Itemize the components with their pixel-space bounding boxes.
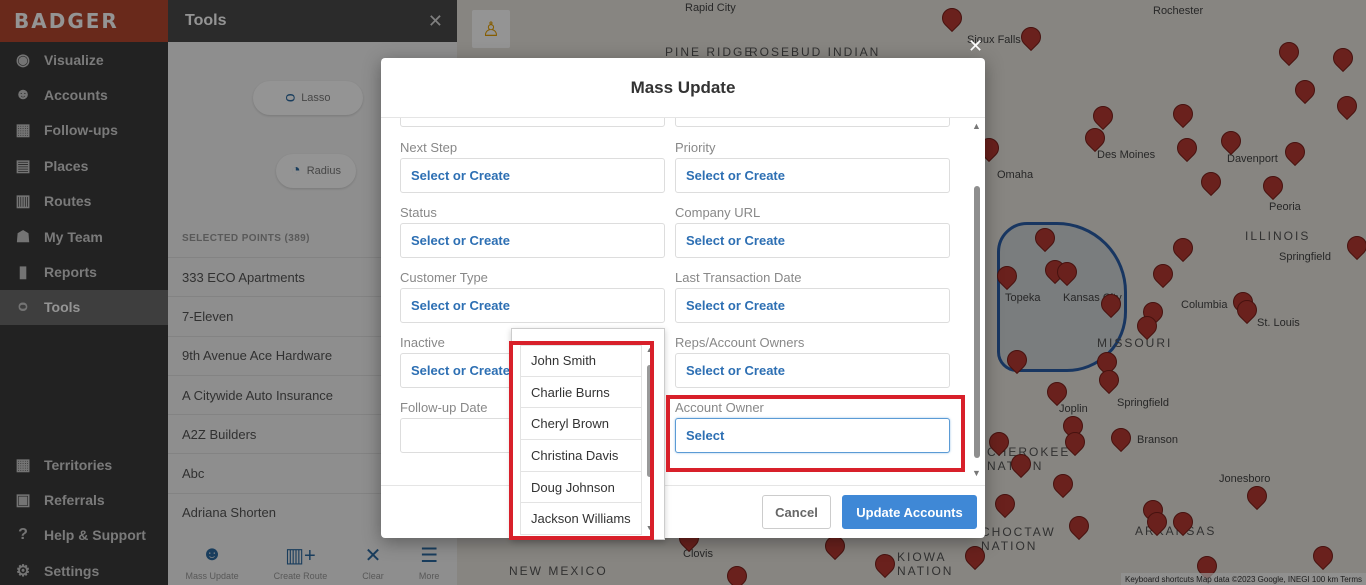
owner-options-list: John Smith Charlie Burns Cheryl Brown Ch… — [520, 345, 642, 536]
scroll-up-arrow-icon[interactable]: ▲ — [646, 347, 653, 354]
next-step-label: Next Step — [400, 140, 458, 155]
last-transaction-date-label: Last Transaction Date — [675, 270, 802, 285]
modal-body: Next Step Select or Create Priority Sele… — [381, 118, 985, 485]
dropdown-option[interactable]: Cheryl Brown — [520, 408, 642, 441]
dropdown-option[interactable]: Charlie Burns — [520, 376, 642, 409]
status-select[interactable]: Select or Create — [400, 223, 665, 258]
reps-account-owners-select[interactable]: Select or Create — [675, 353, 950, 388]
next-step-select[interactable]: Select or Create — [400, 158, 665, 193]
modal-scrollbar-thumb[interactable] — [974, 186, 980, 458]
dropdown-option[interactable]: Christina Davis — [520, 440, 642, 472]
account-owner-label: Account Owner — [675, 400, 764, 415]
follow-up-date-label: Follow-up Date — [400, 400, 488, 415]
scroll-down-arrow-icon[interactable]: ▼ — [646, 525, 653, 532]
modal-footer: Cancel Update Accounts — [381, 485, 985, 538]
dropdown-option[interactable]: Jackson Williams — [520, 503, 642, 536]
modal-scrollbar[interactable]: ▲ ▼ — [971, 121, 983, 480]
status-label: Status — [400, 205, 437, 220]
customer-type-label: Customer Type — [400, 270, 488, 285]
previous-field-input[interactable] — [400, 118, 665, 127]
dropdown-option[interactable]: John Smith — [520, 345, 642, 377]
dropdown-scrollbar[interactable]: ▲ ▼ — [646, 347, 654, 535]
account-owner-select[interactable]: Select — [675, 418, 950, 453]
company-url-select[interactable]: Select or Create — [675, 223, 950, 258]
inactive-label: Inactive — [400, 335, 445, 350]
customer-type-select[interactable]: Select or Create — [400, 288, 665, 323]
priority-label: Priority — [675, 140, 716, 155]
priority-select[interactable]: Select or Create — [675, 158, 950, 193]
modal-title: Mass Update — [381, 58, 985, 118]
dropdown-option[interactable]: Doug Johnson — [520, 471, 642, 504]
scroll-down-arrow-icon[interactable]: ▼ — [972, 468, 981, 478]
cancel-button[interactable]: Cancel — [762, 495, 831, 529]
last-transaction-date-select[interactable]: Select or Create — [675, 288, 950, 323]
close-icon[interactable]: ✕ — [968, 36, 983, 57]
company-url-label: Company URL — [675, 205, 761, 220]
mass-update-modal: Mass Update Next Step Select or Create P… — [381, 58, 985, 538]
previous-field-input[interactable] — [675, 118, 950, 127]
owner-dropdown-menu: John Smith Charlie Burns Cheryl Brown Ch… — [511, 328, 665, 540]
update-accounts-button[interactable]: Update Accounts — [842, 495, 977, 529]
reps-account-owners-label: Reps/Account Owners — [675, 335, 805, 350]
dropdown-scrollbar-thumb[interactable] — [647, 365, 652, 477]
scroll-up-arrow-icon[interactable]: ▲ — [972, 121, 981, 131]
